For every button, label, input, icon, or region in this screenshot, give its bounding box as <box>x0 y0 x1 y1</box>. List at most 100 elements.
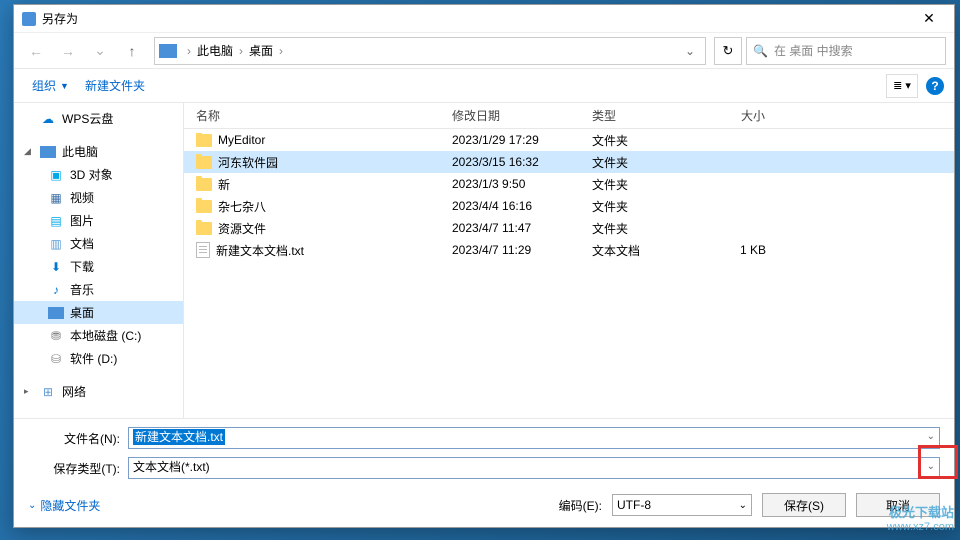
file-date: 2023/4/4 16:16 <box>444 199 584 213</box>
file-name: 杂七杂八 <box>218 198 266 215</box>
dialog-title: 另存为 <box>42 10 908 27</box>
file-row[interactable]: 河东软件园 2023/3/15 16:32文件夹 <box>184 151 954 173</box>
new-folder-button[interactable]: 新建文件夹 <box>77 73 153 98</box>
sidebar-item-network[interactable]: ▸⊞网络 <box>14 380 183 403</box>
close-button[interactable]: ✕ <box>908 6 950 32</box>
file-date: 2023/3/15 16:32 <box>444 155 584 169</box>
file-type: 文本文档 <box>584 242 694 259</box>
cancel-button[interactable]: 取消 <box>856 493 940 517</box>
file-row[interactable]: 资源文件 2023/4/7 11:47文件夹 <box>184 217 954 239</box>
sidebar-item-pc[interactable]: ◢此电脑 <box>14 140 183 163</box>
chevron-down-icon[interactable]: ⌄ <box>927 461 935 472</box>
sidebar-item-docs[interactable]: ▥文档 <box>14 232 183 255</box>
column-name[interactable]: 名称 <box>184 103 444 128</box>
encoding-select[interactable]: UTF-8 ⌄ <box>612 494 752 516</box>
file-name: 河东软件园 <box>218 154 278 171</box>
forward-button[interactable]: → <box>54 37 82 65</box>
download-icon: ⬇ <box>48 260 64 274</box>
file-row[interactable]: 新建文本文档.txt 2023/4/7 11:29文本文档1 KB <box>184 239 954 261</box>
file-row[interactable]: 新2023/1/3 9:50文件夹 <box>184 173 954 195</box>
file-type: 文件夹 <box>584 220 694 237</box>
file-type: 文件夹 <box>584 176 694 193</box>
sidebar-item-3d[interactable]: ▣3D 对象 <box>14 163 183 186</box>
expand-icon[interactable]: ◢ <box>24 146 34 157</box>
file-date: 2023/4/7 11:29 <box>444 243 584 257</box>
chevron-down-icon[interactable]: ⌄ <box>927 431 935 442</box>
view-options-button[interactable]: ≣ ▾ <box>886 74 918 98</box>
sidebar-item-wps[interactable]: ☁WPS云盘 <box>14 107 183 130</box>
chevron-down-icon[interactable]: ⌄ <box>679 44 701 58</box>
help-button[interactable]: ? <box>926 77 944 95</box>
file-date: 2023/4/7 11:47 <box>444 221 584 235</box>
file-type: 文件夹 <box>584 198 694 215</box>
folder-icon <box>196 156 212 169</box>
save-button[interactable]: 保存(S) <box>762 493 846 517</box>
3d-icon: ▣ <box>48 168 64 182</box>
file-name: 新建文本文档.txt <box>216 242 304 259</box>
search-input[interactable]: 🔍 在 桌面 中搜索 <box>746 37 946 65</box>
file-type: 文件夹 <box>584 132 694 149</box>
file-rows: MyEditor2023/1/29 17:29文件夹河东软件园2023/3/15… <box>184 129 954 418</box>
sidebar-item-desktop[interactable]: 桌面 <box>14 301 183 324</box>
file-type: 文件夹 <box>584 154 694 171</box>
file-name: 资源文件 <box>218 220 266 237</box>
music-icon: ♪ <box>48 283 64 297</box>
column-type[interactable]: 类型 <box>584 103 694 128</box>
chevron-down-icon: ▼ <box>60 81 69 91</box>
picture-icon: ▤ <box>48 214 64 228</box>
breadcrumb[interactable]: › 此电脑 › 桌面 › ⌄ <box>154 37 706 65</box>
up-button[interactable]: ↑ <box>118 37 146 65</box>
chevron-down-icon: ⌄ <box>28 500 36 511</box>
save-as-dialog: 另存为 ✕ ← → ⌄ ↑ › 此电脑 › 桌面 › ⌄ ↻ 🔍 在 桌面 中搜… <box>13 4 955 528</box>
file-name: MyEditor <box>218 133 265 147</box>
organize-menu[interactable]: 组织 ▼ <box>24 73 77 98</box>
folder-icon <box>196 200 212 213</box>
toolbar: 组织 ▼ 新建文件夹 ≣ ▾ ? <box>14 69 954 103</box>
pc-icon <box>159 44 177 58</box>
file-size: 1 KB <box>694 243 774 257</box>
folder-icon <box>196 134 212 147</box>
column-size[interactable]: 大小 <box>694 103 774 128</box>
document-icon: ▥ <box>48 237 64 251</box>
cloud-icon: ☁ <box>40 112 56 126</box>
titlebar: 另存为 ✕ <box>14 5 954 33</box>
folder-icon <box>196 178 212 191</box>
bottom-panel: 文件名(N): 新建文本文档.txt ⌄ 保存类型(T): 文本文档(*.txt… <box>14 418 954 487</box>
savetype-label: 保存类型(T): <box>28 460 120 477</box>
file-row[interactable]: MyEditor 2023/1/29 17:29文件夹 <box>184 129 954 151</box>
file-date: 2023/1/3 9:50 <box>444 177 584 191</box>
breadcrumb-root[interactable]: 此电脑 <box>195 42 235 59</box>
video-icon: ▦ <box>48 191 64 205</box>
sidebar-item-pics[interactable]: ▤图片 <box>14 209 183 232</box>
expand-icon[interactable]: ▸ <box>24 386 34 397</box>
sidebar-item-downloads[interactable]: ⬇下载 <box>14 255 183 278</box>
file-list: 名称 修改日期 类型 大小 MyEditor2023/1/29 17:29文件夹… <box>184 103 954 418</box>
file-date: 2023/1/29 17:29 <box>444 133 584 147</box>
savetype-select[interactable]: 文本文档(*.txt) ⌄ <box>128 457 940 479</box>
app-icon <box>22 12 36 26</box>
sidebar-item-drive-d[interactable]: ⛁软件 (D:) <box>14 347 183 370</box>
hide-folders-toggle[interactable]: ⌄ 隐藏文件夹 <box>28 497 100 514</box>
search-placeholder: 在 桌面 中搜索 <box>774 42 853 59</box>
chevron-right-icon: › <box>183 44 195 58</box>
sidebar: ☁WPS云盘 ◢此电脑 ▣3D 对象 ▦视频 ▤图片 ▥文档 ⬇下载 ♪音乐 桌… <box>14 103 184 418</box>
sidebar-item-video[interactable]: ▦视频 <box>14 186 183 209</box>
chevron-right-icon: › <box>275 44 287 58</box>
filename-input[interactable]: 新建文本文档.txt ⌄ <box>128 427 940 449</box>
drive-icon: ⛃ <box>48 329 64 343</box>
sidebar-item-drive-c[interactable]: ⛃本地磁盘 (C:) <box>14 324 183 347</box>
folder-icon <box>196 222 212 235</box>
refresh-button[interactable]: ↻ <box>714 37 742 65</box>
sidebar-item-music[interactable]: ♪音乐 <box>14 278 183 301</box>
search-icon: 🔍 <box>753 44 768 58</box>
filename-label: 文件名(N): <box>28 430 120 447</box>
back-button[interactable]: ← <box>22 37 50 65</box>
file-icon <box>196 242 210 258</box>
chevron-right-icon: › <box>235 44 247 58</box>
navbar: ← → ⌄ ↑ › 此电脑 › 桌面 › ⌄ ↻ 🔍 在 桌面 中搜索 <box>14 33 954 69</box>
column-date[interactable]: 修改日期 <box>444 103 584 128</box>
breadcrumb-path1[interactable]: 桌面 <box>247 42 275 59</box>
recent-dropdown[interactable]: ⌄ <box>86 37 114 65</box>
main-area: ☁WPS云盘 ◢此电脑 ▣3D 对象 ▦视频 ▤图片 ▥文档 ⬇下载 ♪音乐 桌… <box>14 103 954 418</box>
file-row[interactable]: 杂七杂八 2023/4/4 16:16文件夹 <box>184 195 954 217</box>
